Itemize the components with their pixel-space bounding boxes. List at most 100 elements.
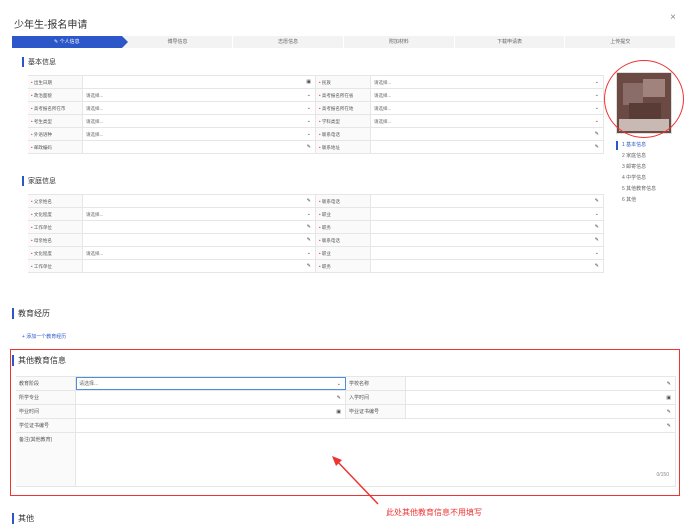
nav-other-edu[interactable]: 5 其他教育信息 — [616, 184, 682, 195]
field-input[interactable]: ✎ — [371, 260, 604, 272]
form-row: • 文化程度 请选择... ⌄ • 职业 ⌄ — [28, 208, 604, 221]
step-attachments[interactable]: 附加材料 — [344, 36, 455, 48]
field-label: • 联系电话 — [316, 128, 371, 140]
edit-icon[interactable]: ✎ — [337, 391, 341, 405]
field-input[interactable]: ⌄ — [371, 247, 604, 259]
step-choice[interactable]: 志愿信息 — [233, 36, 345, 48]
family-form: • 父亲姓名 ✎ • 联系电话 ✎ • 文化程度 请选择... ⌄ • 职业 ⌄ • 工作单位 ✎ •… — [28, 194, 604, 273]
dropdown-icon[interactable]: ⌄ — [307, 128, 311, 141]
edit-icon[interactable]: ✎ — [595, 260, 599, 273]
edit-icon[interactable]: ✎ — [595, 221, 599, 234]
edit-icon[interactable]: ✎ — [307, 234, 311, 247]
field-input[interactable]: 请选择... ⌄ — [76, 377, 346, 390]
form-row: • 工作单位 ✎ • 职务 ✎ — [28, 260, 604, 273]
field-input[interactable]: 请选择... ⌄ — [83, 102, 316, 114]
dropdown-icon[interactable]: ⌄ — [307, 89, 311, 102]
apply-modal: 少年生-报名申请 × ✎ 个人信息 博导信息 志愿信息 附加材料 下载申请表 上… — [6, 4, 684, 288]
field-label: 毕业时间 — [16, 405, 76, 418]
close-icon[interactable]: × — [670, 12, 676, 23]
field-input[interactable]: ⌄ — [371, 208, 604, 220]
calendar-icon[interactable]: ▣ — [666, 391, 671, 405]
field-input[interactable]: 请选择... ⌄ — [371, 76, 604, 88]
field-input[interactable]: ✎ — [83, 234, 316, 246]
add-education-link[interactable]: + 添加一个教育经历 — [22, 333, 66, 340]
dropdown-icon[interactable]: ⌄ — [595, 115, 599, 128]
edit-icon[interactable]: ✎ — [595, 234, 599, 247]
dropdown-icon[interactable]: ⌄ — [307, 208, 311, 221]
edit-icon[interactable]: ✎ — [307, 195, 311, 208]
field-input[interactable]: 请选择... ⌄ — [83, 128, 316, 140]
edit-icon[interactable]: ✎ — [667, 419, 671, 433]
field-input[interactable]: ✎ — [83, 141, 316, 153]
field-input[interactable]: ✎ — [83, 260, 316, 272]
field-label: • 高考报名所在地 — [316, 102, 371, 114]
field-input[interactable]: 请选择... ⌄ — [371, 115, 604, 127]
step-upload[interactable]: 上传提交 — [565, 36, 677, 48]
field-input[interactable]: ✎ — [371, 195, 604, 207]
field-input[interactable]: 请选择... ⌄ — [83, 115, 316, 127]
nav-basic[interactable]: 1 基本信息 — [616, 140, 682, 151]
calendar-icon[interactable]: ▣ — [306, 76, 311, 89]
nav-mail[interactable]: 3 邮寄信息 — [616, 162, 682, 173]
dropdown-icon[interactable]: ⌄ — [307, 115, 311, 128]
nav-other[interactable]: 6 其他 — [616, 195, 682, 206]
step-download[interactable]: 下载申请表 — [454, 36, 566, 48]
dropdown-icon[interactable]: ⌄ — [307, 247, 311, 260]
field-label: • 母亲姓名 — [28, 234, 83, 246]
edit-icon[interactable]: ✎ — [307, 221, 311, 234]
field-input[interactable]: ✎ — [371, 234, 604, 246]
field-input[interactable]: ✎ — [83, 221, 316, 233]
remark-label: 备注(其他教育) — [16, 433, 76, 486]
field-input[interactable]: ✎ — [76, 419, 676, 432]
dropdown-icon[interactable]: ⌄ — [595, 208, 599, 221]
dropdown-icon[interactable]: ⌄ — [595, 102, 599, 115]
step-advisor[interactable]: 博导信息 — [122, 36, 234, 48]
form-row: • 考生类型 请选择... ⌄ • 学科类型 请选择... ⌄ — [28, 115, 604, 128]
field-input[interactable]: ▣ — [76, 405, 346, 418]
dropdown-icon[interactable]: ⌄ — [337, 377, 341, 391]
other-section-title: 其他 — [12, 513, 34, 524]
field-input[interactable]: ✎ — [76, 391, 346, 404]
nav-school[interactable]: 4 中学信息 — [616, 173, 682, 184]
other-edu-section-title: 其他教育信息 — [12, 355, 66, 366]
edit-icon[interactable]: ✎ — [595, 195, 599, 208]
edit-icon[interactable]: ✎ — [595, 128, 599, 141]
dropdown-icon[interactable]: ⌄ — [307, 102, 311, 115]
nav-family[interactable]: 2 家庭信息 — [616, 151, 682, 162]
field-label: 毕业证书编号 — [346, 405, 406, 418]
field-input[interactable]: ✎ — [371, 141, 604, 153]
field-input[interactable]: ✎ — [83, 195, 316, 207]
field-input[interactable]: 请选择... ⌄ — [83, 89, 316, 101]
education-section-title: 教育经历 — [12, 308, 50, 319]
field-input[interactable]: 请选择... ⌄ — [83, 208, 316, 220]
form-row: 毕业时间 ▣ 毕业证书编号 ✎ — [16, 405, 676, 419]
edit-icon[interactable]: ✎ — [667, 405, 671, 419]
field-label: • 联系地址 — [316, 141, 371, 153]
dropdown-icon[interactable]: ⌄ — [595, 247, 599, 260]
form-row: • 出生日期 ▣ • 民族 请选择... ⌄ — [28, 76, 604, 89]
dropdown-icon[interactable]: ⌄ — [595, 76, 599, 89]
step-personal[interactable]: ✎ 个人信息 — [12, 36, 128, 48]
edit-icon[interactable]: ✎ — [307, 260, 311, 273]
field-label: • 职业 — [316, 247, 371, 259]
form-row: • 母亲姓名 ✎ • 联系电话 ✎ — [28, 234, 604, 247]
edit-icon[interactable]: ✎ — [667, 377, 671, 391]
field-input[interactable]: 请选择... ⌄ — [83, 247, 316, 259]
dropdown-icon[interactable]: ⌄ — [595, 89, 599, 102]
field-label: 教育阶段 — [16, 377, 76, 390]
field-input[interactable]: 请选择... ⌄ — [371, 89, 604, 101]
edit-icon[interactable]: ✎ — [595, 141, 599, 154]
form-row: • 政治面貌 请选择... ⌄ • 高考报名所在省 请选择... ⌄ — [28, 89, 604, 102]
field-input[interactable]: 请选择... ⌄ — [371, 102, 604, 114]
field-label: 所学专业 — [16, 391, 76, 404]
field-label: 入学时间 — [346, 391, 406, 404]
edit-icon[interactable]: ✎ — [307, 141, 311, 154]
field-input[interactable]: ▣ — [406, 391, 676, 404]
field-input[interactable]: ▣ — [83, 76, 316, 88]
field-input[interactable]: ✎ — [406, 405, 676, 418]
calendar-icon[interactable]: ▣ — [336, 405, 341, 419]
field-input[interactable]: ✎ — [406, 377, 676, 390]
field-input[interactable]: ✎ — [371, 221, 604, 233]
field-label: • 邮政编码 — [28, 141, 83, 153]
field-input[interactable]: ✎ — [371, 128, 604, 140]
